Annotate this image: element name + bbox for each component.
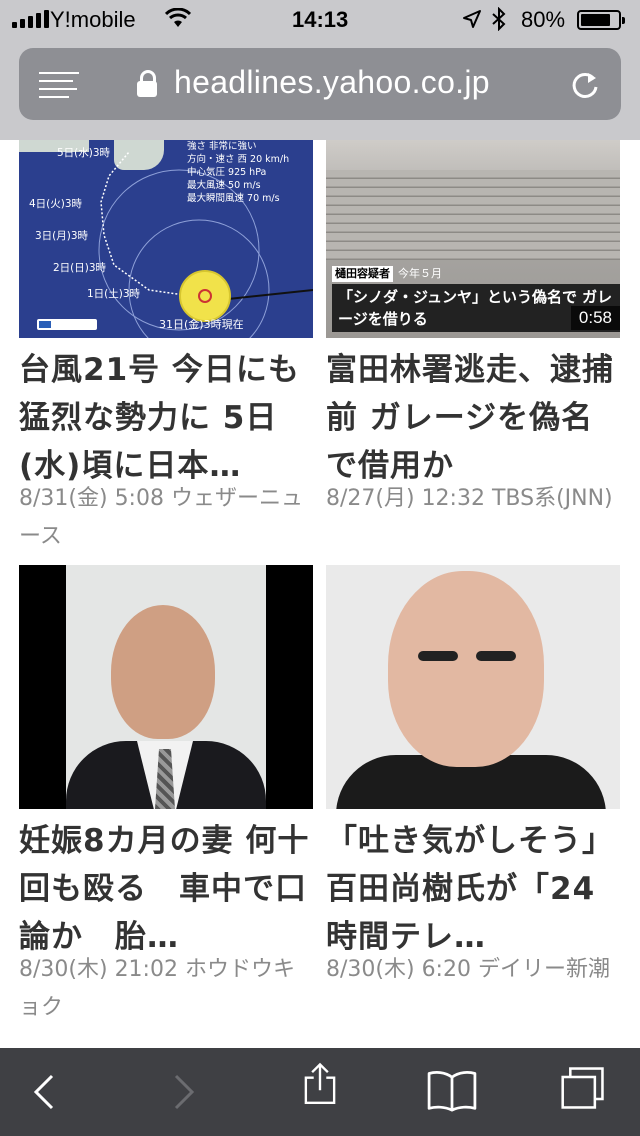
map-timestamp: 31日(金)3時現在: [159, 318, 244, 331]
typhoon-legend: 強さ 非常に強い 方向・速さ 西 20 km/h 中心気圧 925 hPa 最大…: [187, 140, 313, 210]
article-title[interactable]: 富田林署逃走、逮捕前 ガレージを偽名で借用か: [326, 346, 620, 490]
share-icon[interactable]: [298, 1062, 342, 1106]
browser-toolbar: [0, 1048, 640, 1136]
news-feed: 強さ 非常に強い 方向・速さ 西 20 km/h 中心気圧 925 hPa 最大…: [0, 140, 640, 1048]
tabs-icon[interactable]: [556, 1066, 610, 1110]
forward-icon[interactable]: [170, 1070, 198, 1114]
suspect-tag: 樋田容疑者: [332, 266, 393, 282]
article-meta: 8/30(木) 6:20 デイリー新潮: [326, 957, 610, 982]
battery-percent: 80%: [521, 7, 566, 32]
legend-row: 最大瞬間風速 70 m/s: [187, 193, 280, 204]
video-thumbnail[interactable]: 樋田容疑者 今年５月 「シノダ・ジュンヤ」という偽名で ガレージを借りる 0:5…: [326, 140, 620, 338]
url-text[interactable]: headlines.yahoo.co.jp: [174, 64, 490, 101]
weathernews-logo: [37, 319, 97, 330]
carrier-name: Y!mobile: [50, 7, 136, 32]
forecast-label: 5日(水)3時: [57, 147, 111, 159]
location-arrow-icon: [463, 10, 481, 28]
forecast-label: 1日(土)3時: [87, 288, 141, 300]
portrait-thumbnail[interactable]: [326, 565, 620, 809]
typhoon-marker: [179, 270, 231, 322]
forecast-label: 4日(火)3時: [29, 198, 83, 210]
article-title[interactable]: 「吐き気がしそう」 百田尚樹氏が「24時間テレ…: [326, 817, 620, 961]
article-meta: 8/31(金) 5:08 ウェザーニュース: [19, 486, 303, 549]
bookmarks-icon[interactable]: [424, 1068, 480, 1112]
lock-icon: [137, 70, 157, 98]
legend-row: 強さ 非常に強い: [187, 141, 257, 152]
back-icon[interactable]: [30, 1070, 58, 1114]
reload-icon[interactable]: [569, 69, 601, 101]
signal-icon: [12, 10, 49, 28]
wifi-icon: [165, 8, 191, 27]
article-meta: 8/30(木) 21:02 ホウドウキョク: [19, 957, 295, 1020]
browser-chrome: Y!mobile 14:13 80% headlines.yahoo.co.jp: [0, 0, 640, 140]
tag-note: 今年５月: [398, 267, 442, 280]
typhoon-map-thumbnail[interactable]: 強さ 非常に強い 方向・速さ 西 20 km/h 中心気圧 925 hPa 最大…: [19, 140, 313, 338]
portrait-thumbnail[interactable]: [19, 565, 313, 809]
article-title[interactable]: 妊娠8カ月の妻 何十回も殴る 車中で口論か 胎…: [19, 817, 313, 961]
article-meta: 8/27(月) 12:32 TBS系(JNN): [326, 486, 613, 511]
legend-row: 方向・速さ 西 20 km/h: [187, 154, 290, 165]
video-duration: 0:58: [570, 306, 620, 330]
address-bar[interactable]: headlines.yahoo.co.jp: [19, 48, 621, 120]
bluetooth-icon: [492, 7, 506, 31]
article-title[interactable]: 台風21号 今日にも猛烈な勢力に 5日(水)頃に日本…: [19, 346, 313, 490]
status-time: 14:13: [292, 7, 349, 32]
forecast-label: 2日(日)3時: [53, 262, 107, 274]
legend-row: 中心気圧 925 hPa: [187, 167, 267, 178]
legend-row: 最大風速 50 m/s: [187, 180, 261, 191]
forecast-label: 3日(月)3時: [35, 230, 89, 242]
status-bar: Y!mobile 14:13 80%: [0, 0, 640, 40]
hamburger-icon[interactable]: [39, 72, 79, 98]
battery-icon: [577, 10, 625, 30]
